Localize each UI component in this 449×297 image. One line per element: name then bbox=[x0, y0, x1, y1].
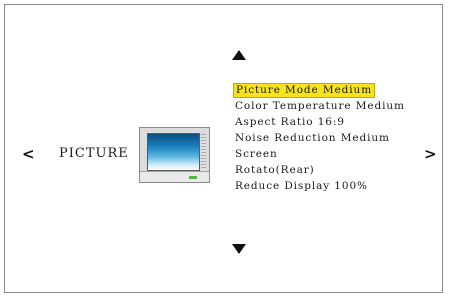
menu-item-reduce-display[interactable]: Reduce Display 100% bbox=[233, 178, 407, 194]
picture-settings-menu: Picture Mode Medium Color Temperature Me… bbox=[233, 82, 407, 194]
previous-section-button[interactable]: < bbox=[22, 145, 35, 163]
tv-icon bbox=[139, 127, 210, 183]
down-arrow-icon[interactable] bbox=[232, 244, 246, 254]
menu-item-label: Rotato(Rear) bbox=[235, 164, 315, 176]
menu-item-label: Aspect Ratio 16:9 bbox=[235, 116, 345, 128]
menu-item-rotate[interactable]: Rotato(Rear) bbox=[233, 162, 407, 178]
menu-item-aspect-ratio[interactable]: Aspect Ratio 16:9 bbox=[233, 114, 407, 130]
next-section-button[interactable]: > bbox=[424, 145, 437, 163]
menu-item-noise-reduction[interactable]: Noise Reduction Medium bbox=[233, 130, 407, 146]
tv-power-led bbox=[189, 176, 197, 179]
menu-item-label: Reduce Display 100% bbox=[235, 180, 368, 192]
up-arrow-icon[interactable] bbox=[232, 50, 246, 60]
menu-item-label: Picture Mode Medium bbox=[233, 83, 376, 98]
section-title: PICTURE bbox=[59, 146, 129, 161]
menu-item-label: Screen bbox=[235, 148, 278, 160]
tv-speaker-grille bbox=[201, 134, 206, 170]
menu-item-picture-mode[interactable]: Picture Mode Medium bbox=[233, 82, 407, 98]
menu-item-label: Noise Reduction Medium bbox=[235, 132, 390, 144]
tv-base bbox=[140, 171, 209, 182]
tv-screen bbox=[147, 133, 200, 171]
menu-item-screen[interactable]: Screen bbox=[233, 146, 407, 162]
menu-item-label: Color Temperature Medium bbox=[235, 100, 405, 112]
menu-item-color-temperature[interactable]: Color Temperature Medium bbox=[233, 98, 407, 114]
